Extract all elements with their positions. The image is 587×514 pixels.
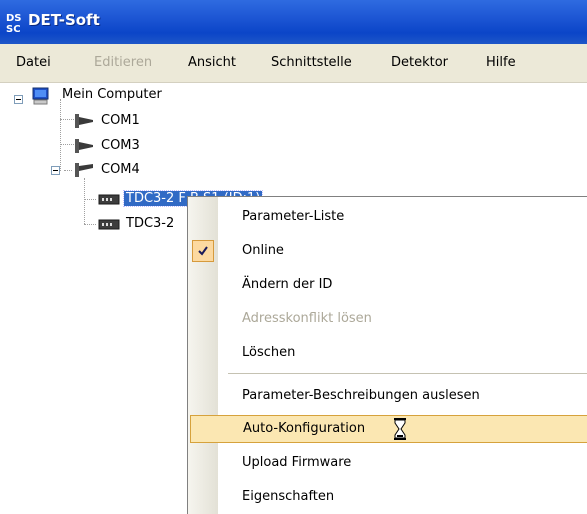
tree-node-mein-computer[interactable]: Mein Computer [62,86,162,104]
tree-expander-root[interactable] [14,95,23,104]
menu-item-label: Ändern der ID [242,277,333,292]
svg-text:DS: DS [6,13,22,24]
menu-item-parameter-beschreibungen[interactable]: Parameter-Beschreibungen auslesen [188,382,587,410]
menu-item-label: Parameter-Liste [242,209,345,224]
tree-connector [84,224,96,225]
tree-connector [84,178,85,224]
menu-bar: Datei Editieren Ansicht Schnittstelle De… [0,44,587,83]
tree-node-com4[interactable]: COM4 [101,161,140,179]
menu-item-label: Adresskonflikt lösen [242,311,372,326]
app-logo-icon: DS SC [6,13,22,33]
device-icon [98,194,120,205]
tree-node-device-2[interactable]: TDC3-2 [126,215,174,233]
menu-item-aendern-der-id[interactable]: Ändern der ID [188,271,587,299]
menu-item-label: Löschen [242,345,296,360]
menu-ansicht[interactable]: Ansicht [188,55,236,70]
device-icon [98,219,120,230]
menu-item-parameter-liste[interactable]: Parameter-Liste [188,203,587,231]
menu-schnittstelle[interactable]: Schnittstelle [271,55,352,70]
checkmark-icon [192,240,214,262]
serial-port-icon [75,163,93,177]
menu-item-online[interactable]: Online [188,237,587,265]
menu-item-label: Upload Firmware [242,455,352,470]
tree-connector [64,170,72,171]
hourglass-cursor-icon [394,418,406,440]
menu-datei[interactable]: Datei [16,55,51,70]
menu-editieren: Editieren [94,55,153,70]
context-menu: Parameter-Liste Online Ändern der ID Adr… [187,196,587,514]
menu-separator [228,373,587,374]
menu-item-label: Online [242,243,284,258]
menu-item-label: Parameter-Beschreibungen auslesen [242,388,480,403]
tree-expander-com4[interactable] [51,166,60,175]
tree-connector [60,144,74,145]
menu-item-label: Auto-Konfiguration [243,421,366,436]
serial-port-icon [75,114,93,128]
menu-item-auto-konfiguration[interactable]: Auto-Konfiguration [190,415,587,443]
svg-text:SC: SC [6,24,21,33]
serial-port-icon [75,139,93,153]
tree-node-com1[interactable]: COM1 [101,112,140,130]
menu-item-loeschen[interactable]: Löschen [188,339,587,367]
menu-item-eigenschaften[interactable]: Eigenschaften [188,483,587,511]
menu-detektor[interactable]: Detektor [391,55,448,70]
computer-icon [32,87,49,105]
window-title: DET-Soft [28,11,100,29]
title-bar[interactable]: DS SC DET-Soft [0,0,587,44]
tree-node-com3[interactable]: COM3 [101,137,140,155]
tree-connector [60,99,61,171]
menu-item-label: Eigenschaften [242,489,335,504]
tree-connector [60,119,74,120]
menu-item-upload-firmware[interactable]: Upload Firmware [188,449,587,477]
menu-item-adresskonflikt-loesen: Adresskonflikt lösen [188,305,587,333]
menu-hilfe[interactable]: Hilfe [486,55,516,70]
tree-connector [84,199,96,200]
